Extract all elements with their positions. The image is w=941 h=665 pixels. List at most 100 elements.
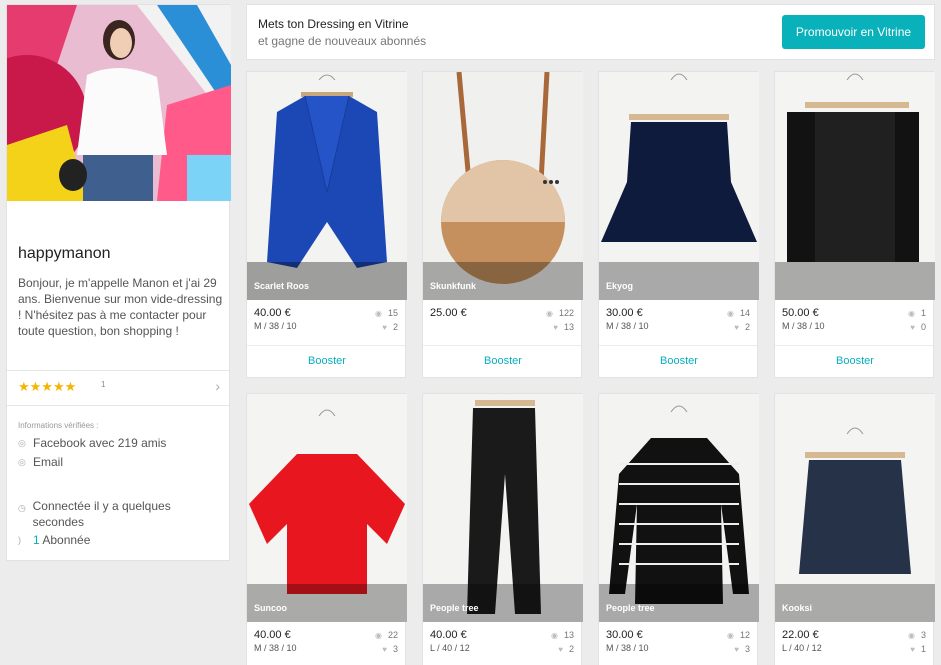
item-likes[interactable]: ♥ 2 (734, 322, 750, 332)
rating-row[interactable]: ★★★★★ 1 › (18, 378, 220, 396)
followers[interactable]: ) 1 Abonnée (18, 533, 90, 547)
eye-icon: ◉ (551, 630, 558, 640)
item-likes-count: 3 (744, 644, 750, 654)
item-card[interactable]: Scarlet Roos 40.00 € M / 38 / 10 ◉ 15 ♥ 2 … (246, 71, 407, 378)
booster-button[interactable]: Booster (775, 346, 935, 378)
profile-photo[interactable] (7, 5, 231, 201)
booster-button[interactable]: Booster (247, 346, 407, 378)
item-photo[interactable] (247, 394, 407, 622)
banner-subtitle: et gagne de nouveaux abonnés (258, 34, 427, 48)
followers-count[interactable]: 1 (33, 533, 40, 547)
item-photo[interactable] (423, 394, 583, 622)
item-likes-count: 2 (744, 322, 750, 332)
item-photo[interactable] (775, 72, 935, 300)
rating-stars: ★★★★★ (18, 379, 77, 394)
item-likes-count: 2 (392, 322, 398, 332)
item-price: 30.00 € (606, 307, 643, 319)
item-views-count: 1 (920, 308, 926, 318)
item-views-count: 12 (739, 630, 750, 640)
divider (7, 370, 231, 371)
item-card[interactable]: Ekyog 30.00 € M / 38 / 10 ◉ 14 ♥ 2 Booster (598, 71, 759, 378)
clock-icon: ◷ (18, 503, 26, 513)
item-views-count: 122 (558, 308, 574, 318)
heart-icon[interactable]: ♥ (910, 323, 915, 332)
item-card[interactable]: People tree 30.00 € M / 38 / 10 ◉ 12 ♥ 3 (598, 393, 759, 665)
item-price: 25.00 € (430, 307, 467, 319)
item-brand: People tree (430, 603, 479, 613)
item-price: 40.00 € (254, 307, 291, 319)
eye-icon: ◉ (727, 308, 734, 318)
heart-icon[interactable]: ♥ (382, 323, 387, 332)
item-photo[interactable] (775, 394, 935, 622)
followers-label: Abonnée (39, 533, 91, 547)
item-likes-count: 2 (568, 644, 574, 654)
verified-facebook: ◎ Facebook avec 219 amis (18, 436, 166, 450)
item-likes[interactable]: ♥ 0 (910, 322, 926, 332)
item-views-count: 22 (387, 630, 398, 640)
item-likes[interactable]: ♥ 3 (734, 644, 750, 654)
item-views: ◉ 13 (551, 630, 574, 640)
item-card[interactable]: People tree 40.00 € L / 40 / 12 ◉ 13 ♥ 2 (422, 393, 583, 665)
profile-username: happymanon (18, 245, 111, 262)
item-size: L / 40 / 12 (430, 643, 470, 653)
item-size: L / 40 / 12 (782, 643, 822, 653)
eye-icon: ◉ (908, 308, 915, 318)
last-seen: ◷ Connectée il y a quelques secondes (18, 498, 218, 530)
item-card[interactable]: Kooksi 22.00 € L / 40 / 12 ◉ 3 ♥ 1 (774, 393, 935, 665)
item-size: M / 38 / 10 (782, 321, 825, 331)
item-card[interactable]: Suncoo 40.00 € M / 38 / 10 ◉ 22 ♥ 3 (246, 393, 407, 665)
item-brand: Skunkfunk (430, 281, 477, 291)
item-views: ◉ 12 (727, 630, 750, 640)
item-likes[interactable]: ♥ 2 (558, 644, 574, 654)
item-photo[interactable] (247, 72, 407, 300)
item-views-count: 14 (739, 308, 750, 318)
item-size: M / 38 / 10 (254, 643, 297, 653)
item-photo[interactable] (599, 72, 759, 300)
facebook-text: Facebook avec 219 amis (33, 436, 167, 450)
booster-button[interactable]: Booster (423, 346, 583, 378)
item-likes[interactable]: ♥ 1 (910, 644, 926, 654)
heart-icon[interactable]: ♥ (734, 323, 739, 332)
rating-count: 1 (101, 380, 106, 389)
last-seen-text: Connectée il y a quelques secondes (32, 499, 171, 529)
item-likes[interactable]: ♥ 13 (553, 322, 574, 332)
item-likes[interactable]: ♥ 2 (382, 322, 398, 332)
item-views-count: 3 (920, 630, 926, 640)
item-price: 50.00 € (782, 307, 819, 319)
item-brand: People tree (606, 603, 655, 613)
item-likes-count: 1 (920, 644, 926, 654)
item-price: 40.00 € (254, 629, 291, 641)
item-views-count: 13 (563, 630, 574, 640)
item-views: ◉ 122 (546, 308, 574, 318)
divider (7, 405, 231, 406)
heart-icon[interactable]: ♥ (558, 645, 563, 654)
heart-icon[interactable]: ♥ (734, 645, 739, 654)
booster-button[interactable]: Booster (599, 346, 759, 378)
item-likes-count: 13 (563, 322, 574, 332)
item-photo[interactable] (423, 72, 583, 300)
item-likes-count: 0 (920, 322, 926, 332)
heart-icon[interactable]: ♥ (553, 323, 558, 332)
item-card[interactable]: 50.00 € M / 38 / 10 ◉ 1 ♥ 0 Booster (774, 71, 935, 378)
eye-icon: ◉ (727, 630, 734, 640)
item-views: ◉ 15 (375, 308, 398, 318)
item-brand: Suncoo (254, 603, 287, 613)
verified-email: ◎ Email (18, 455, 63, 469)
item-views: ◉ 14 (727, 308, 750, 318)
check-circle-icon: ◎ (18, 457, 26, 467)
heart-icon[interactable]: ♥ (382, 645, 387, 654)
item-photo[interactable] (599, 394, 759, 622)
chevron-right-icon: › (215, 378, 220, 394)
promote-button[interactable]: Promouvoir en Vitrine (782, 15, 925, 49)
profile-sidebar: happymanon Bonjour, je m'appelle Manon e… (6, 4, 231, 561)
item-likes[interactable]: ♥ 3 (382, 644, 398, 654)
item-card[interactable]: Skunkfunk 25.00 € ◉ 122 ♥ 13 Booster (422, 71, 583, 378)
item-views: ◉ 3 (908, 630, 926, 640)
promo-banner: Mets ton Dressing en Vitrine et gagne de… (246, 4, 935, 60)
item-views-count: 15 (387, 308, 398, 318)
item-price: 40.00 € (430, 629, 467, 641)
eye-icon: ◉ (545, 308, 553, 318)
item-size: M / 38 / 10 (606, 643, 649, 653)
heart-icon[interactable]: ♥ (910, 645, 915, 654)
item-likes-count: 3 (392, 644, 398, 654)
